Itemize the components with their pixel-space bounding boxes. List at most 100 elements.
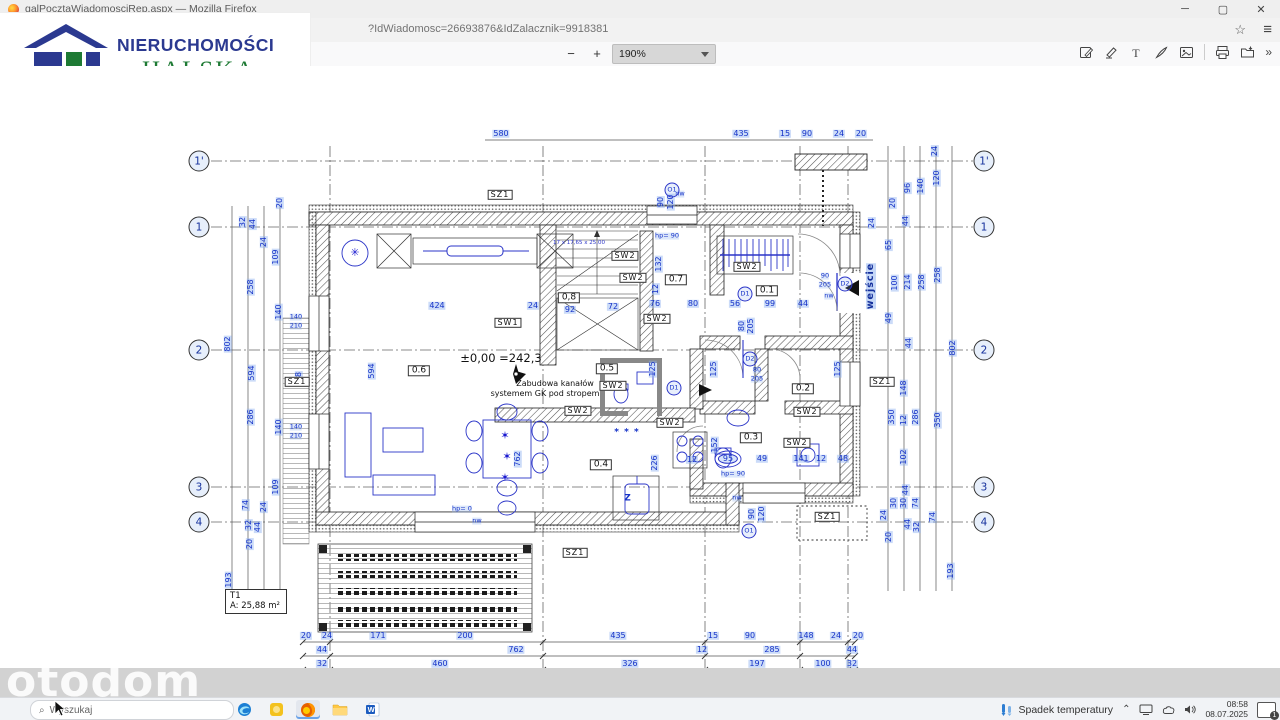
plan-label: 90: [801, 130, 813, 138]
grid-bubble: 1: [974, 217, 995, 238]
plan-label: 350: [934, 411, 942, 428]
page-gap: otodom: [0, 668, 1280, 697]
plan-label: 125: [649, 360, 657, 377]
plan-label: 258: [918, 273, 926, 290]
plan-label: 48: [837, 455, 849, 463]
plan-label: 65: [885, 239, 893, 251]
plan-label: 0.2: [792, 383, 814, 394]
zoom-in-button[interactable]: +: [586, 45, 608, 63]
text-tool-icon[interactable]: T: [1129, 45, 1144, 60]
taskbar-weather-widget[interactable]: Spadek temperatury: [1000, 703, 1114, 717]
plan-label: hp= 90: [721, 471, 745, 478]
plan-label: 76: [649, 300, 661, 308]
plan-label: SW2: [643, 314, 670, 324]
plan-label: 100: [891, 274, 899, 291]
plan-label: 24: [830, 632, 842, 640]
logo-line1: NIERUCHOMOŚCI: [117, 35, 274, 56]
plan-label: 24: [880, 509, 888, 521]
plan-label: 171: [369, 632, 386, 640]
print-icon[interactable]: [1215, 45, 1230, 60]
plan-label: SW2: [611, 251, 638, 261]
plan-label: D1: [738, 287, 753, 302]
plan-label: 148: [900, 379, 908, 396]
taskbar: ⌕ Wyszukaj W Spadek te: [0, 697, 1280, 720]
plan-label: SW2: [619, 273, 646, 283]
terrace-label: T1: [230, 591, 280, 601]
speaker-icon[interactable]: [1184, 704, 1196, 715]
plan-label: SZ1: [488, 190, 513, 200]
maximize-button[interactable]: ▢: [1204, 3, 1242, 16]
otodom-watermark: otodom: [6, 668, 201, 697]
plan-label: D2: [743, 352, 758, 367]
image-icon[interactable]: [1179, 45, 1194, 60]
plan-label: 0.5: [596, 363, 618, 374]
taskbar-word-icon[interactable]: W: [360, 700, 384, 719]
tray-expand-icon[interactable]: ⌃: [1122, 704, 1130, 715]
menu-icon[interactable]: ≡: [1263, 21, 1272, 38]
plan-label: 326: [621, 660, 638, 668]
floor-plan: 5804351590242020241712004351590148242044…: [185, 126, 1010, 720]
plan-label: 802: [224, 335, 232, 352]
taskbar-edge-icon[interactable]: [232, 700, 256, 719]
plan-label: 580: [492, 130, 509, 138]
plan-label: 96: [904, 182, 912, 194]
highlight-icon[interactable]: [1104, 45, 1119, 60]
minimize-button[interactable]: ─: [1166, 3, 1204, 15]
plan-label: 80: [687, 300, 699, 308]
taskbar-firefox-icon[interactable]: [296, 700, 320, 719]
plan-label: 56: [729, 300, 741, 308]
plan-label: 44: [249, 218, 257, 230]
taskbar-search[interactable]: ⌕ Wyszukaj: [30, 700, 234, 720]
notification-icon[interactable]: 1: [1257, 702, 1276, 718]
more-tools-icon[interactable]: »: [1265, 45, 1272, 59]
plan-label: 24: [260, 236, 268, 248]
plan-label: * * *: [614, 428, 639, 437]
plan-label: O1: [665, 183, 680, 198]
plan-label: 0.7: [665, 274, 687, 285]
annotate-icon[interactable]: [1079, 45, 1094, 60]
taskbar-mail-icon[interactable]: [264, 700, 288, 719]
plan-label: 120: [758, 505, 766, 522]
plan-label: hp= 0: [452, 506, 472, 513]
search-icon: ⌕: [39, 705, 45, 716]
window-controls: ─ ▢ ✕: [1166, 0, 1280, 18]
plan-label: 762: [514, 450, 522, 467]
grid-bubble: 1': [974, 151, 995, 172]
plan-label: nw: [472, 518, 481, 525]
plan-label: 24: [833, 130, 845, 138]
plan-label: 12: [900, 414, 908, 426]
plan-label: ✶: [500, 430, 509, 442]
plan-label: D2: [838, 277, 853, 292]
plan-label: 125: [834, 360, 842, 377]
plan-label: 32: [239, 216, 247, 228]
network-display-icon[interactable]: [1139, 704, 1153, 715]
grid-bubble: 1: [189, 217, 210, 238]
notification-badge: 1: [1270, 711, 1279, 720]
plan-label: SW2: [783, 438, 810, 448]
plan-label: 109: [272, 248, 280, 265]
url-text[interactable]: ?IdWiadomosc=26693876&IdZalacznik=991838…: [368, 23, 608, 35]
plan-label: SZ1: [285, 377, 310, 387]
zoom-out-button[interactable]: −: [560, 45, 582, 63]
cloud-icon[interactable]: [1162, 705, 1175, 715]
taskbar-clock[interactable]: 08:58 08.07.2025: [1205, 700, 1248, 720]
draw-icon[interactable]: [1154, 45, 1169, 60]
plan-label: 140: [290, 424, 302, 431]
bookmark-star-icon[interactable]: ☆: [1234, 22, 1246, 38]
grid-bubble: 2: [189, 340, 210, 361]
plan-label: nw: [732, 495, 741, 502]
plan-label: 74: [929, 511, 937, 523]
weather-text: Spadek temperatury: [1019, 704, 1114, 716]
plan-label: 20: [855, 130, 867, 138]
plan-label: 100: [814, 660, 831, 668]
zoom-level-select[interactable]: 190%: [612, 44, 716, 64]
close-button[interactable]: ✕: [1242, 3, 1280, 16]
plan-label: 226: [651, 454, 659, 471]
plan-label: D1: [667, 381, 682, 396]
save-icon[interactable]: [1240, 45, 1255, 60]
plan-label: Zabudowa kanałów: [516, 380, 594, 388]
taskbar-explorer-icon[interactable]: [328, 700, 352, 719]
plan-label: 286: [912, 408, 920, 425]
plan-label: 762: [507, 646, 524, 654]
plan-label: 20: [246, 538, 254, 550]
